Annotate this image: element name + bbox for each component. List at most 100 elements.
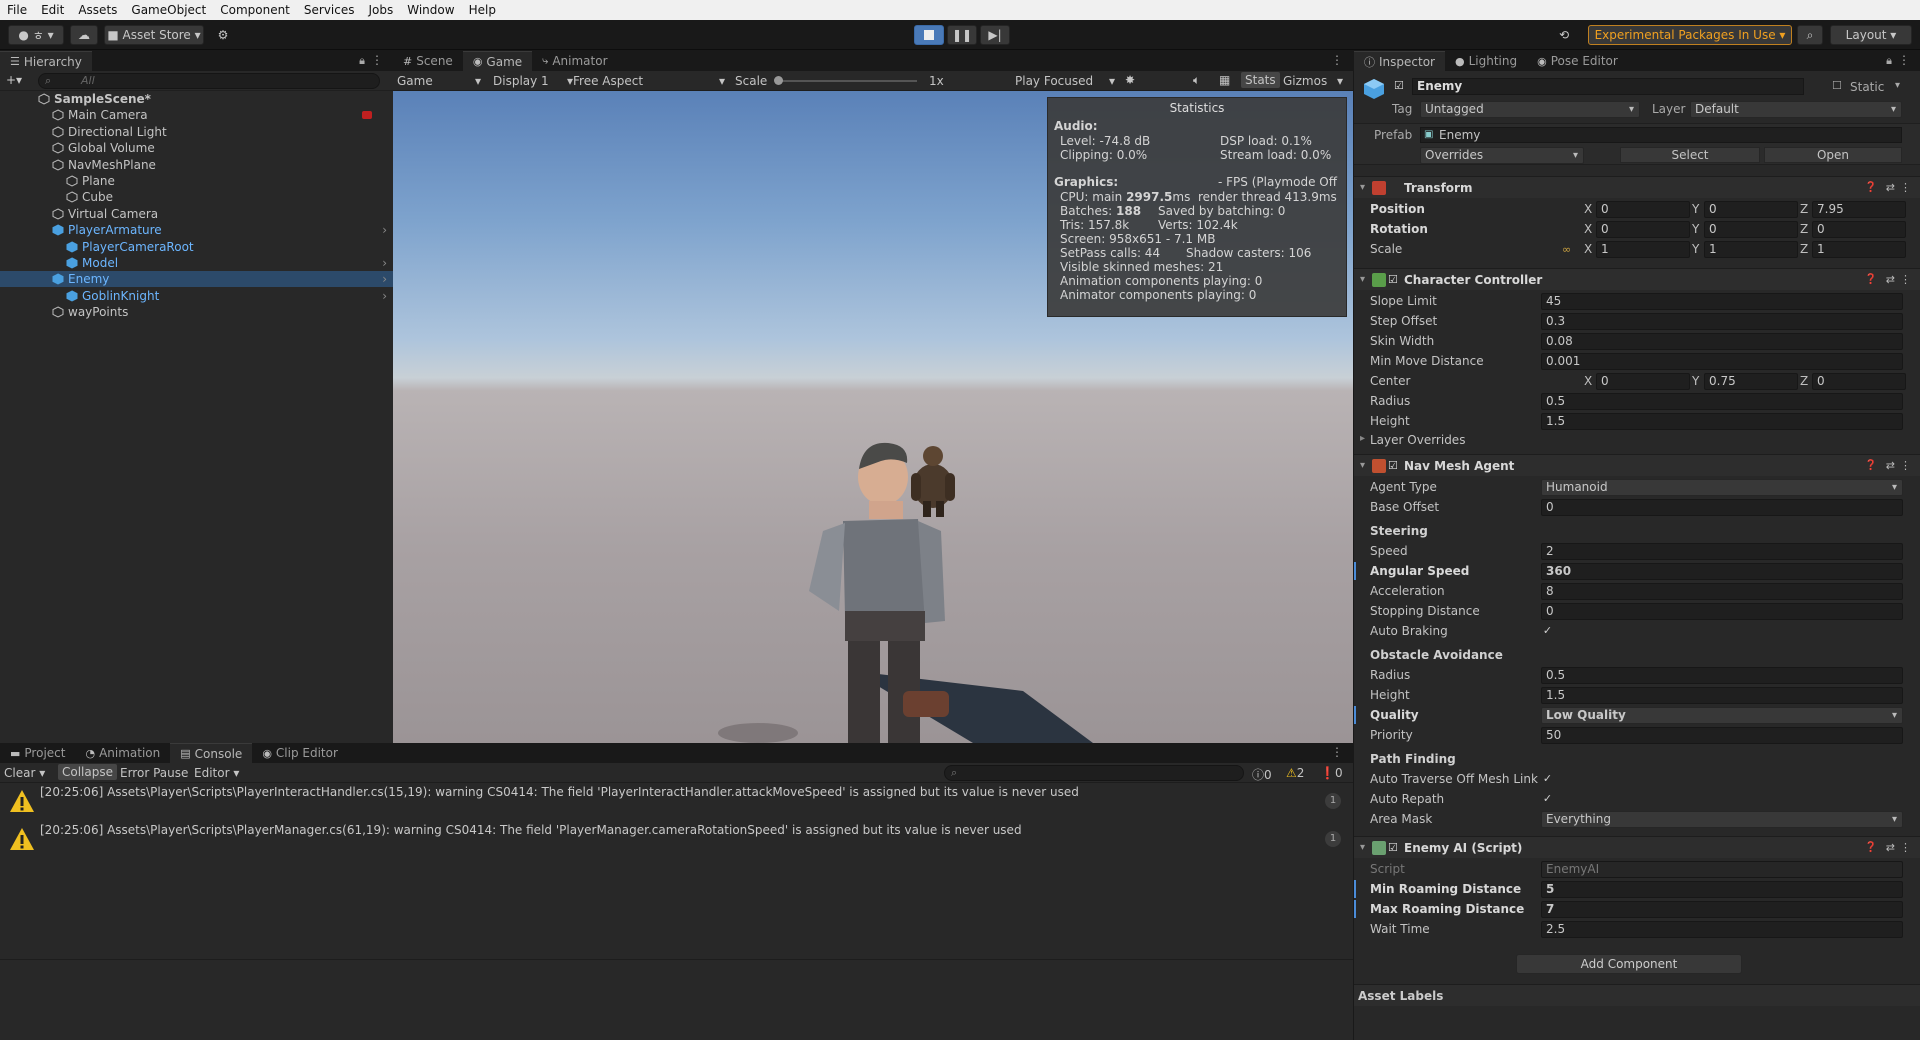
error-count-toggle[interactable]: ❗0 — [1320, 766, 1343, 780]
game-dropdown[interactable]: Game ▾ — [397, 74, 481, 88]
property-field[interactable]: 2 — [1541, 542, 1903, 560]
account-dropdown[interactable]: ● ㅎ ▾ — [8, 25, 64, 45]
preset-icon[interactable]: ⇄ — [1886, 841, 1895, 854]
warning-count-toggle[interactable]: ⚠2 — [1286, 766, 1304, 780]
component-enabled-checkbox[interactable]: ☑ — [1388, 841, 1398, 854]
lock-icon[interactable]: 🔒︎ — [1886, 54, 1892, 68]
menu-file[interactable]: File — [0, 0, 34, 20]
collapse-button[interactable]: Collapse — [58, 764, 117, 780]
hierarchy-item-goblinknight[interactable]: GoblinKnight › — [0, 288, 393, 304]
axis-y-field[interactable]: 0.75 — [1704, 372, 1798, 390]
property-field[interactable]: 360 — [1541, 562, 1903, 580]
menu-assets[interactable]: Assets — [71, 0, 124, 20]
tab-animator[interactable]: ⤷ Animator — [532, 51, 618, 71]
hierarchy-item-directional-light[interactable]: Directional Light — [0, 124, 393, 140]
tab-pose-editor[interactable]: ◉ Pose Editor — [1527, 51, 1628, 71]
menu-help[interactable]: Help — [462, 0, 503, 20]
property-field[interactable]: 45 — [1541, 292, 1903, 310]
component-header-nav-mesh-agent[interactable]: ▾ ☑ Nav Mesh Agent ❓ ⇄ ⋮ — [1354, 454, 1920, 476]
static-dropdown-icon[interactable]: ▾ — [1895, 80, 1900, 91]
layer-dropdown[interactable]: Default — [1690, 101, 1902, 118]
foldout-icon[interactable]: ▸ — [1360, 433, 1365, 444]
active-checkbox[interactable]: ☑ — [1394, 79, 1404, 92]
add-component-button[interactable]: Add Component — [1516, 954, 1742, 974]
property-field[interactable]: 50 — [1541, 726, 1903, 744]
menu-services[interactable]: Services — [297, 0, 362, 20]
hierarchy-item-main-camera[interactable]: Main Camera — [0, 107, 393, 123]
foldout-icon[interactable]: ▾ — [1360, 274, 1365, 285]
console-search-input[interactable]: ⌕ — [944, 765, 1244, 781]
lock-icon[interactable]: 🔒︎ — [359, 54, 365, 68]
axis-z-field[interactable]: 0 — [1812, 220, 1906, 238]
bug-icon[interactable]: ✸ — [1125, 73, 1135, 87]
property-field[interactable]: 0.08 — [1541, 332, 1903, 350]
property-field[interactable]: 8 — [1541, 582, 1903, 600]
editor-dropdown[interactable]: Editor ▾ — [194, 766, 239, 780]
game-render[interactable]: Statistics Audio: Level: -74.8 dB Clippi… — [393, 91, 1353, 743]
prefab-field[interactable]: ▣ Enemy — [1420, 127, 1902, 143]
play-button[interactable] — [914, 25, 944, 45]
tab-clip-editor[interactable]: ◉ Clip Editor — [252, 743, 348, 763]
menu-gameobject[interactable]: GameObject — [124, 0, 213, 20]
preset-icon[interactable]: ⇄ — [1886, 459, 1895, 472]
axis-y-field[interactable]: 1 — [1704, 240, 1798, 258]
property-checkbox[interactable]: ✓ — [1541, 792, 1554, 806]
hierarchy-item-cube[interactable]: Cube — [0, 189, 393, 205]
speaker-icon[interactable]: 🔈︎ — [1193, 73, 1200, 88]
component-enabled-checkbox[interactable]: ☑ — [1388, 459, 1398, 472]
hierarchy-search-input[interactable]: ⌕ All — [38, 73, 380, 89]
tag-dropdown[interactable]: Untagged — [1420, 101, 1640, 118]
hierarchy-item-model[interactable]: Model › — [0, 255, 393, 271]
gizmos-dropdown-icon[interactable]: ▾ — [1337, 74, 1343, 88]
help-icon[interactable]: ❓ — [1865, 460, 1877, 471]
hierarchy-item-navmeshplane[interactable]: NavMeshPlane — [0, 157, 393, 173]
tab-scene[interactable]: # Scene — [393, 51, 463, 71]
stats-button[interactable]: Stats — [1241, 72, 1280, 88]
experimental-packages-button[interactable]: Experimental Packages In Use ▾ — [1588, 25, 1792, 45]
foldout-icon[interactable]: ▾ — [1360, 182, 1365, 193]
property-checkbox[interactable]: ✓ — [1541, 624, 1554, 638]
layer-overrides-foldout[interactable]: Layer Overrides — [1370, 433, 1465, 447]
preset-icon[interactable]: ⇄ — [1886, 273, 1895, 286]
gizmos-button[interactable]: Gizmos — [1283, 74, 1327, 88]
property-field[interactable]: 0.5 — [1541, 666, 1903, 684]
display-dropdown[interactable]: Display 1 ▾ — [493, 74, 573, 88]
menu-component[interactable]: Component — [213, 0, 297, 20]
select-button[interactable]: Select — [1620, 147, 1760, 163]
property-field[interactable]: 5 — [1541, 880, 1903, 898]
property-field[interactable]: 0.001 — [1541, 352, 1903, 370]
property-field[interactable]: 0 — [1541, 602, 1903, 620]
hierarchy-item-samplescene[interactable]: SampleScene* — [0, 91, 393, 107]
axis-x-field[interactable]: 0 — [1596, 200, 1690, 218]
axis-z-field[interactable]: 7.95 — [1812, 200, 1906, 218]
more-icon[interactable]: ⋮ — [1900, 841, 1911, 854]
hierarchy-item-enemy[interactable]: Enemy › — [0, 271, 393, 288]
search-button[interactable]: ⌕ — [1797, 25, 1823, 45]
property-checkbox[interactable]: ✓ — [1541, 772, 1554, 786]
keyboard-icon[interactable]: ▦ — [1219, 73, 1230, 87]
chevron-right-icon[interactable]: › — [382, 272, 387, 286]
object-name-field[interactable]: Enemy — [1412, 78, 1804, 95]
cloud-button[interactable]: ☁ — [70, 25, 98, 45]
property-field[interactable]: 0.5 — [1541, 392, 1903, 410]
hierarchy-item-plane[interactable]: Plane — [0, 173, 393, 189]
tab-lighting[interactable]: ● Lighting — [1444, 51, 1528, 71]
menu-edit[interactable]: Edit — [34, 0, 71, 20]
more-icon[interactable]: ⋮ — [1898, 53, 1910, 67]
property-field[interactable]: Everything — [1541, 810, 1903, 828]
tab-game[interactable]: ◉ Game — [462, 51, 533, 71]
axis-z-field[interactable]: 1 — [1812, 240, 1906, 258]
hierarchy-item-global-volume[interactable]: Global Volume — [0, 140, 393, 156]
tab-console[interactable]: ▤ Console — [170, 743, 253, 763]
more-icon[interactable]: ⋮ — [1331, 745, 1343, 759]
hierarchy-item-playerarmature[interactable]: PlayerArmature › — [0, 222, 393, 238]
hierarchy-item-waypoints[interactable]: wayPoints — [0, 304, 393, 320]
overrides-dropdown[interactable]: Overrides — [1420, 147, 1584, 164]
layout-dropdown[interactable]: Layout ▾ — [1830, 25, 1912, 45]
property-field[interactable]: 0 — [1541, 498, 1903, 516]
link-icon[interactable]: ∞ — [1562, 243, 1571, 256]
axis-x-field[interactable]: 0 — [1596, 372, 1690, 390]
component-enabled-checkbox[interactable]: ☑ — [1388, 273, 1398, 286]
chevron-right-icon[interactable]: › — [382, 256, 387, 270]
axis-y-field[interactable]: 0 — [1704, 200, 1798, 218]
